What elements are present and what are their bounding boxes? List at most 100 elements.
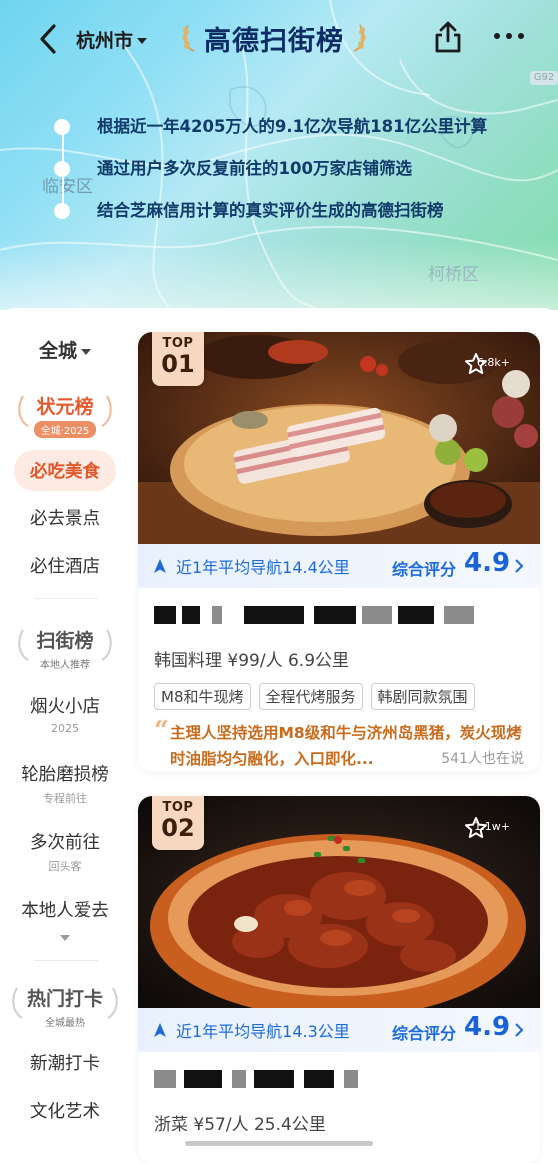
nav-item-label: 本地人爱去 — [21, 901, 109, 921]
group-saojie[interactable]: 扫街榜 本地人推荐 — [0, 626, 130, 672]
nav-item-must-stay[interactable]: 必住酒店 — [0, 553, 130, 578]
back-arrow-icon — [40, 24, 56, 54]
chevron-down-icon — [137, 37, 148, 44]
favorite-count: 1.1w+ — [474, 820, 510, 833]
map-road-badge: G92 — [530, 71, 558, 85]
laurel-icon — [107, 987, 118, 1019]
share-button[interactable] — [432, 20, 464, 54]
chevron-down-icon[interactable] — [60, 935, 70, 941]
top-bar: 杭州市 高德扫街榜 — [0, 14, 558, 64]
laurel-icon — [182, 24, 195, 52]
nav-item-street-shop[interactable]: 烟火小店 2025 — [0, 693, 130, 735]
nav-item-label: 新潮打卡 — [30, 1054, 100, 1074]
restaurant-name-redacted — [154, 598, 524, 638]
restaurant-photo[interactable]: TOP 01 6.8k+ — [138, 332, 540, 544]
brand-title-group: 高德扫街榜 — [180, 18, 368, 58]
review-count[interactable]: 541人也在说 — [441, 746, 524, 772]
feature-tag: 韩剧同款氛围 — [370, 683, 475, 710]
group-zhuangyuan[interactable]: 状元榜 全城·2025 — [0, 392, 130, 438]
quote-icon: “ — [154, 716, 169, 746]
group-subtitle: 本地人推荐 — [40, 660, 90, 671]
hero-banner: 临安区 柯桥区 G92 杭州市 高德扫街榜 根据近一年4205万人的9.1亿次导… — [0, 0, 558, 310]
group-hot-checkin[interactable]: 热门打卡 全城最热 — [0, 984, 130, 1030]
feature-tags: M8和牛现烤 全程代烤服务 韩剧同款氛围 — [154, 683, 524, 710]
restaurant-photo[interactable]: TOP 02 1.1w+ — [138, 796, 540, 1008]
divider — [34, 598, 98, 599]
timeline-dot — [54, 203, 70, 219]
back-button[interactable] — [34, 20, 64, 58]
laurel-icon — [101, 629, 112, 661]
navigation-stats-bar[interactable]: 近1年平均导航14.3公里 综合评分 4.9 — [138, 1008, 540, 1052]
avg-nav-distance: 近1年平均导航14.3公里 — [176, 1022, 350, 1041]
nav-item-label: 烟火小店 — [30, 697, 100, 717]
nav-item-tire-wear[interactable]: 轮胎磨损榜 专程前往 — [0, 761, 130, 806]
group-subtitle: 全城·2025 — [33, 421, 97, 438]
more-icon — [494, 33, 500, 39]
chevron-right-icon — [515, 1023, 524, 1037]
nav-item-locals-love[interactable]: 本地人爱去 — [0, 897, 130, 922]
rank-badge: TOP 02 — [152, 796, 204, 850]
laurel-icon — [12, 987, 23, 1019]
timeline-dot — [54, 161, 70, 177]
home-indicator[interactable] — [185, 1141, 373, 1146]
nav-item-sublabel: 回头客 — [48, 860, 82, 873]
card-body: 浙菜 ¥57/人 25.4公里 — [138, 1062, 540, 1135]
group-subtitle: 全城最热 — [45, 1018, 85, 1029]
restaurant-meta: 浙菜 ¥57/人 25.4公里 — [154, 1115, 326, 1135]
feature-tag: 全程代烤服务 — [258, 683, 363, 710]
review-snippet[interactable]: “ 主理人坚持选用M8级和牛与济州岛黑猪，炭火现烤时油脂均匀融化，入口即化...… — [154, 716, 524, 772]
favorite-count: 6.8k+ — [476, 356, 510, 369]
laurel-icon — [18, 629, 29, 661]
navigation-stats-bar[interactable]: 近1年平均导航14.4公里 综合评分 4.9 — [138, 544, 540, 588]
nav-item-label: 文化艺术 — [30, 1102, 100, 1122]
restaurant-card[interactable]: TOP 02 1.1w+ 近1年平均导航14.3公里 综合评分 4.9 浙菜 ¥… — [138, 796, 540, 1163]
city-label: 杭州市 — [76, 30, 134, 52]
rank-number: 01 — [161, 350, 195, 378]
laurel-icon — [18, 395, 29, 427]
nav-item-sublabel: 2025 — [51, 722, 79, 735]
fact-item: 通过用户多次反复前往的100万家店铺筛选 — [54, 154, 524, 196]
laurel-icon — [101, 395, 112, 427]
nav-item-culture-art[interactable]: 文化艺术 — [0, 1098, 130, 1123]
fact-text: 通过用户多次反复前往的100万家店铺筛选 — [97, 159, 412, 178]
restaurant-name-redacted — [154, 1062, 524, 1102]
city-selector[interactable]: 杭州市 — [76, 26, 148, 53]
rank-label: TOP — [162, 800, 194, 815]
nav-item-label: 必吃美食 — [14, 450, 116, 491]
scope-label: 全城 — [38, 340, 77, 362]
timeline-dot — [54, 119, 70, 135]
favorite-button[interactable]: 1.1w+ — [464, 808, 526, 840]
nav-item-label: 必去景点 — [30, 509, 100, 529]
more-button[interactable] — [494, 28, 524, 44]
feature-tag: M8和牛现烤 — [154, 683, 251, 710]
nav-item-label: 多次前往 — [30, 833, 100, 853]
nav-item-must-eat[interactable]: 必吃美食 — [0, 450, 130, 491]
nav-item-sublabel: 专程前往 — [43, 792, 87, 805]
fact-item: 结合芝麻信用计算的真实评价生成的高德扫街榜 — [54, 196, 524, 238]
nav-item-must-visit[interactable]: 必去景点 — [0, 505, 130, 530]
chevron-right-icon — [515, 559, 524, 573]
scope-selector[interactable]: 全城 — [0, 336, 130, 363]
favorite-button[interactable]: 6.8k+ — [464, 344, 526, 376]
restaurant-meta: 韩国料理 ¥99/人 6.9公里 — [154, 651, 350, 671]
score-value: 4.9 — [464, 548, 511, 578]
rank-badge: TOP 01 — [152, 332, 204, 386]
rank-number: 02 — [161, 814, 195, 842]
nav-item-trendy[interactable]: 新潮打卡 — [0, 1050, 130, 1075]
score-value: 4.9 — [464, 1012, 511, 1042]
ranking-methodology: 根据近一年4205万人的9.1亿次导航181亿公里计算 通过用户多次反复前往的1… — [54, 112, 524, 238]
laurel-icon — [353, 24, 366, 52]
nav-item-label: 轮胎磨损榜 — [21, 765, 109, 785]
divider — [34, 960, 98, 961]
map-label-keqiao: 柯桥区 — [428, 265, 479, 285]
restaurant-card[interactable]: TOP 01 6.8k+ 近1年平均导航14.4公里 综合评分 4.9 韩国料理… — [138, 332, 540, 772]
avg-nav-distance: 近1年平均导航14.4公里 — [176, 558, 350, 577]
navigation-arrow-icon — [154, 559, 166, 573]
card-body: 韩国料理 ¥99/人 6.9公里 M8和牛现烤 全程代烤服务 韩剧同款氛围 “ … — [138, 598, 540, 772]
fact-text: 结合芝麻信用计算的真实评价生成的高德扫街榜 — [97, 201, 444, 220]
score-label: 综合评分 — [392, 560, 457, 579]
navigation-arrow-icon — [154, 1023, 166, 1037]
rank-label: TOP — [162, 336, 194, 351]
nav-item-repeat-visits[interactable]: 多次前往 回头客 — [0, 829, 130, 874]
share-icon — [435, 21, 461, 53]
